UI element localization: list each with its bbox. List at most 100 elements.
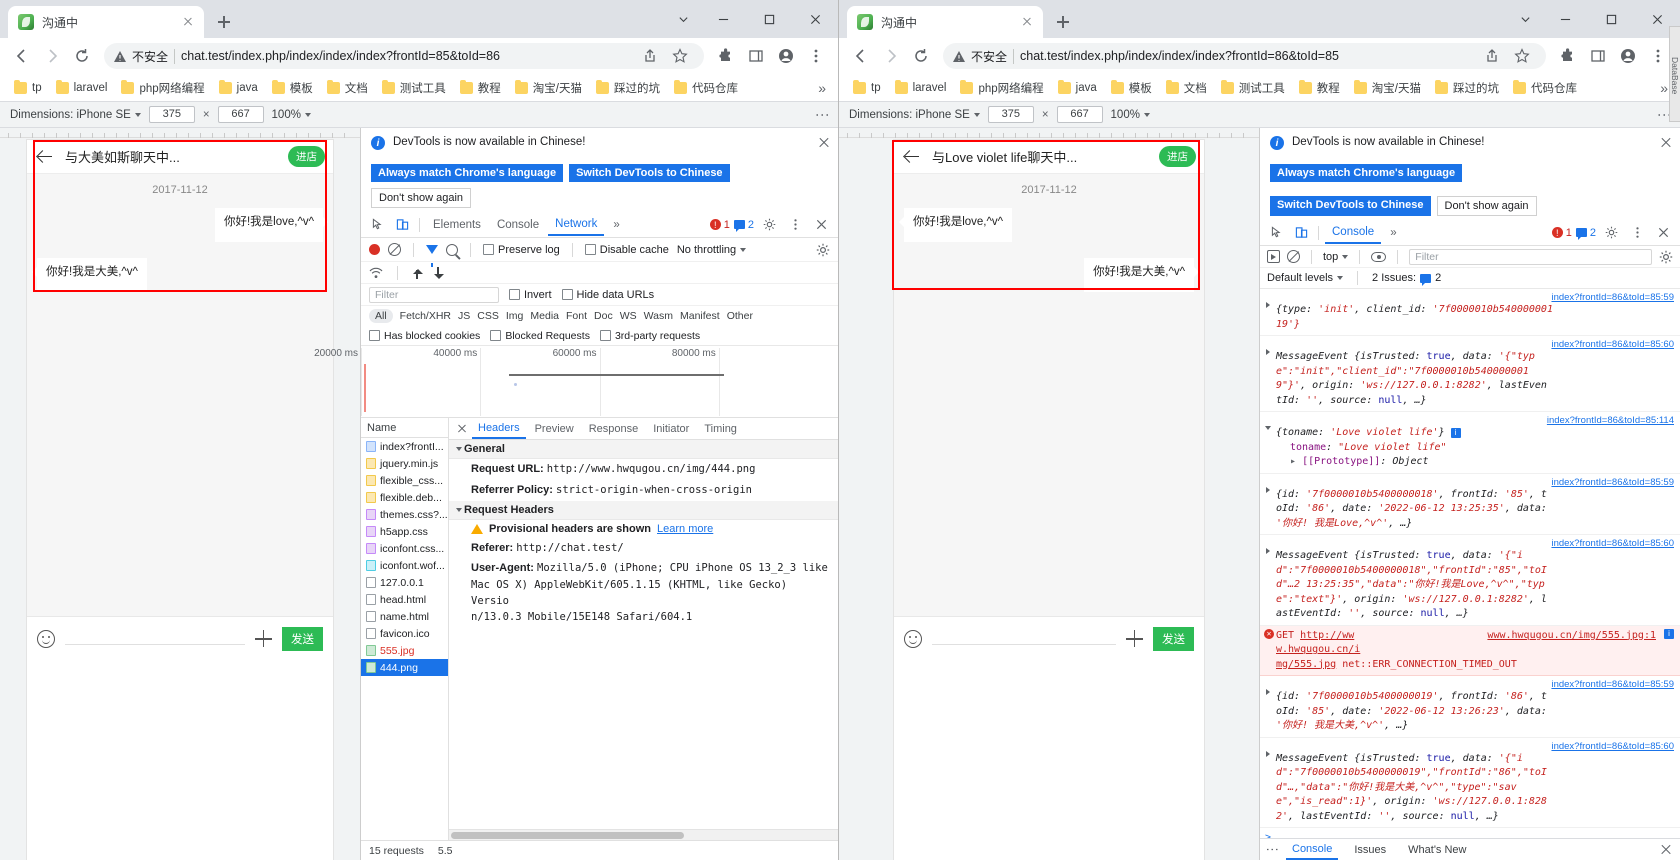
new-tab-button[interactable]	[210, 8, 238, 36]
console-error-entry[interactable]: ✕ GET http://ww www.hwqugou.cn/img/555.j…	[1260, 625, 1680, 676]
dont-show-again-button[interactable]: Don't show again	[371, 188, 472, 208]
bookmark-star-icon[interactable]	[1508, 42, 1536, 70]
import-har-icon[interactable]	[412, 267, 423, 279]
bookmark-item[interactable]: laravel	[889, 79, 953, 96]
detail-tab-timing[interactable]: Timing	[698, 420, 743, 438]
always-match-language-button[interactable]: Always match Chrome's language	[1270, 164, 1463, 182]
bookmark-item[interactable]: 模板	[1105, 78, 1158, 98]
device-width-input[interactable]: 375	[987, 106, 1034, 123]
type-filter-ws[interactable]: WS	[620, 310, 637, 322]
browser-tab-left[interactable]: 沟通中	[8, 6, 204, 38]
issues-button[interactable]: 2 Issues: 2	[1372, 272, 1441, 286]
type-filter-img[interactable]: Img	[506, 310, 524, 322]
zoom-selector[interactable]: 100%	[1111, 109, 1150, 121]
bookmark-item[interactable]: 踩过的坑	[1429, 78, 1505, 98]
bookmark-item[interactable]: 教程	[454, 78, 507, 98]
bookmark-item[interactable]: tp	[847, 79, 887, 96]
maximize-button[interactable]	[746, 0, 792, 38]
close-banner-icon[interactable]	[1660, 136, 1672, 148]
bookmark-item[interactable]: java	[213, 79, 264, 96]
network-settings-gear-icon[interactable]	[816, 243, 830, 257]
tabs-overflow-icon[interactable]: »	[1383, 223, 1403, 243]
request-row[interactable]: flexible.deb...	[361, 489, 448, 506]
settings-gear-icon[interactable]	[1600, 222, 1622, 244]
request-row-failed[interactable]: 555.jpg	[361, 642, 448, 659]
console-source-link[interactable]: index?frontId=86&toId=85:59	[1551, 678, 1674, 692]
bookmark-item[interactable]: php网络编程	[115, 78, 210, 98]
type-filter-js[interactable]: JS	[458, 310, 470, 322]
hide-data-urls-checkbox[interactable]: Hide data URLs	[561, 289, 654, 301]
back-arrow-icon[interactable]	[37, 149, 53, 165]
close-devtools-icon[interactable]	[1652, 222, 1674, 244]
close-banner-icon[interactable]	[818, 136, 830, 148]
detail-horizontal-scrollbar[interactable]	[449, 829, 838, 840]
network-overview-timeline[interactable]: 20000 ms 40000 ms 60000 ms 80000 ms	[314, 346, 838, 418]
emoji-icon[interactable]	[904, 629, 922, 648]
expand-triangle-icon[interactable]	[1266, 750, 1270, 757]
send-button[interactable]: 发送	[282, 626, 323, 651]
console-entry[interactable]: index?frontId=86&toId=85:60 MessageEvent…	[1260, 535, 1680, 626]
inspect-element-icon[interactable]	[1266, 222, 1288, 244]
request-row-selected[interactable]: 444.png	[361, 659, 448, 676]
expand-triangle-icon[interactable]	[1266, 689, 1270, 695]
expand-triangle-icon[interactable]	[1266, 548, 1270, 554]
execute-icon[interactable]	[1267, 250, 1280, 263]
console-entry[interactable]: index?frontId=86&toId=85:114 {toname: 'L…	[1260, 412, 1680, 474]
switch-devtools-chinese-button[interactable]: Switch DevTools to Chinese	[1270, 196, 1431, 216]
inspect-element-icon[interactable]	[367, 214, 389, 236]
forward-button[interactable]	[38, 42, 66, 70]
request-row[interactable]: themes.css?...	[361, 506, 448, 523]
back-button[interactable]	[847, 42, 875, 70]
type-filter-media[interactable]: Media	[530, 310, 559, 322]
expand-triangle-icon[interactable]	[1266, 486, 1270, 493]
request-row[interactable]: 127.0.0.1	[361, 574, 448, 591]
share-icon[interactable]	[1478, 42, 1506, 70]
drawer-tab-whats-new[interactable]: What's New	[1402, 841, 1472, 859]
type-filter-doc[interactable]: Doc	[594, 310, 613, 322]
console-entry[interactable]: index?frontId=86&toId=85:60 MessageEvent…	[1260, 738, 1680, 828]
console-prompt[interactable]	[1260, 828, 1680, 838]
bookmark-item[interactable]: 代码仓库	[1507, 78, 1583, 98]
record-button[interactable]	[369, 244, 380, 255]
general-section-header[interactable]: General	[449, 440, 838, 459]
message-input[interactable]	[932, 644, 1116, 645]
search-icon[interactable]	[446, 243, 458, 256]
browser-tab-right[interactable]: 沟通中	[847, 6, 1043, 38]
tab-console[interactable]: Console	[490, 215, 546, 235]
bookmark-item[interactable]: 淘宝/天猫	[1348, 78, 1427, 98]
always-match-language-button[interactable]: Always match Chrome's language	[371, 164, 564, 182]
bookmark-item[interactable]: 模板	[266, 78, 319, 98]
type-filter-font[interactable]: Font	[566, 310, 587, 322]
drawer-tab-issues[interactable]: Issues	[1348, 841, 1392, 859]
close-detail-icon[interactable]	[455, 422, 469, 436]
minimize-button[interactable]	[700, 0, 746, 38]
error-count-badge[interactable]: ! 1	[709, 219, 730, 231]
close-tab-icon[interactable]	[180, 14, 196, 30]
bookmark-item[interactable]: 测试工具	[376, 78, 452, 98]
clear-console-icon[interactable]	[1287, 250, 1300, 263]
detail-tab-response[interactable]: Response	[583, 420, 645, 438]
profile-avatar-icon[interactable]	[772, 42, 800, 70]
dont-show-again-button[interactable]: Don't show again	[1436, 196, 1537, 216]
forward-button[interactable]	[877, 42, 905, 70]
request-row[interactable]: jquery.min.js	[361, 455, 448, 472]
console-entry[interactable]: index?frontId=86&toId=85:59 {type: 'init…	[1260, 289, 1680, 336]
default-levels-selector[interactable]: Default levels	[1267, 272, 1344, 284]
close-drawer-icon[interactable]	[1660, 844, 1672, 856]
switch-devtools-chinese-button[interactable]: Switch DevTools to Chinese	[569, 164, 730, 182]
back-arrow-icon[interactable]	[904, 149, 920, 165]
bookmark-star-icon[interactable]	[666, 42, 694, 70]
bookmark-item[interactable]: laravel	[50, 79, 114, 96]
detail-tab-headers[interactable]: Headers	[472, 419, 526, 439]
sidepanel-icon[interactable]	[742, 42, 770, 70]
expand-triangle-icon[interactable]	[1266, 302, 1270, 308]
clear-network-log-icon[interactable]	[388, 243, 401, 256]
device-toolbar-menu-icon[interactable]: ⋮	[815, 108, 831, 122]
chevron-down-icon[interactable]	[666, 0, 700, 38]
drawer-tab-console[interactable]: Console	[1286, 840, 1339, 860]
send-button[interactable]: 发送	[1153, 626, 1194, 651]
console-source-link[interactable]: index?frontId=86&toId=85:60	[1551, 537, 1674, 551]
type-filter-css[interactable]: CSS	[477, 310, 499, 322]
expand-triangle-icon[interactable]	[1266, 349, 1270, 355]
console-source-link[interactable]: index?frontId=86&toId=85:114	[1547, 414, 1674, 428]
